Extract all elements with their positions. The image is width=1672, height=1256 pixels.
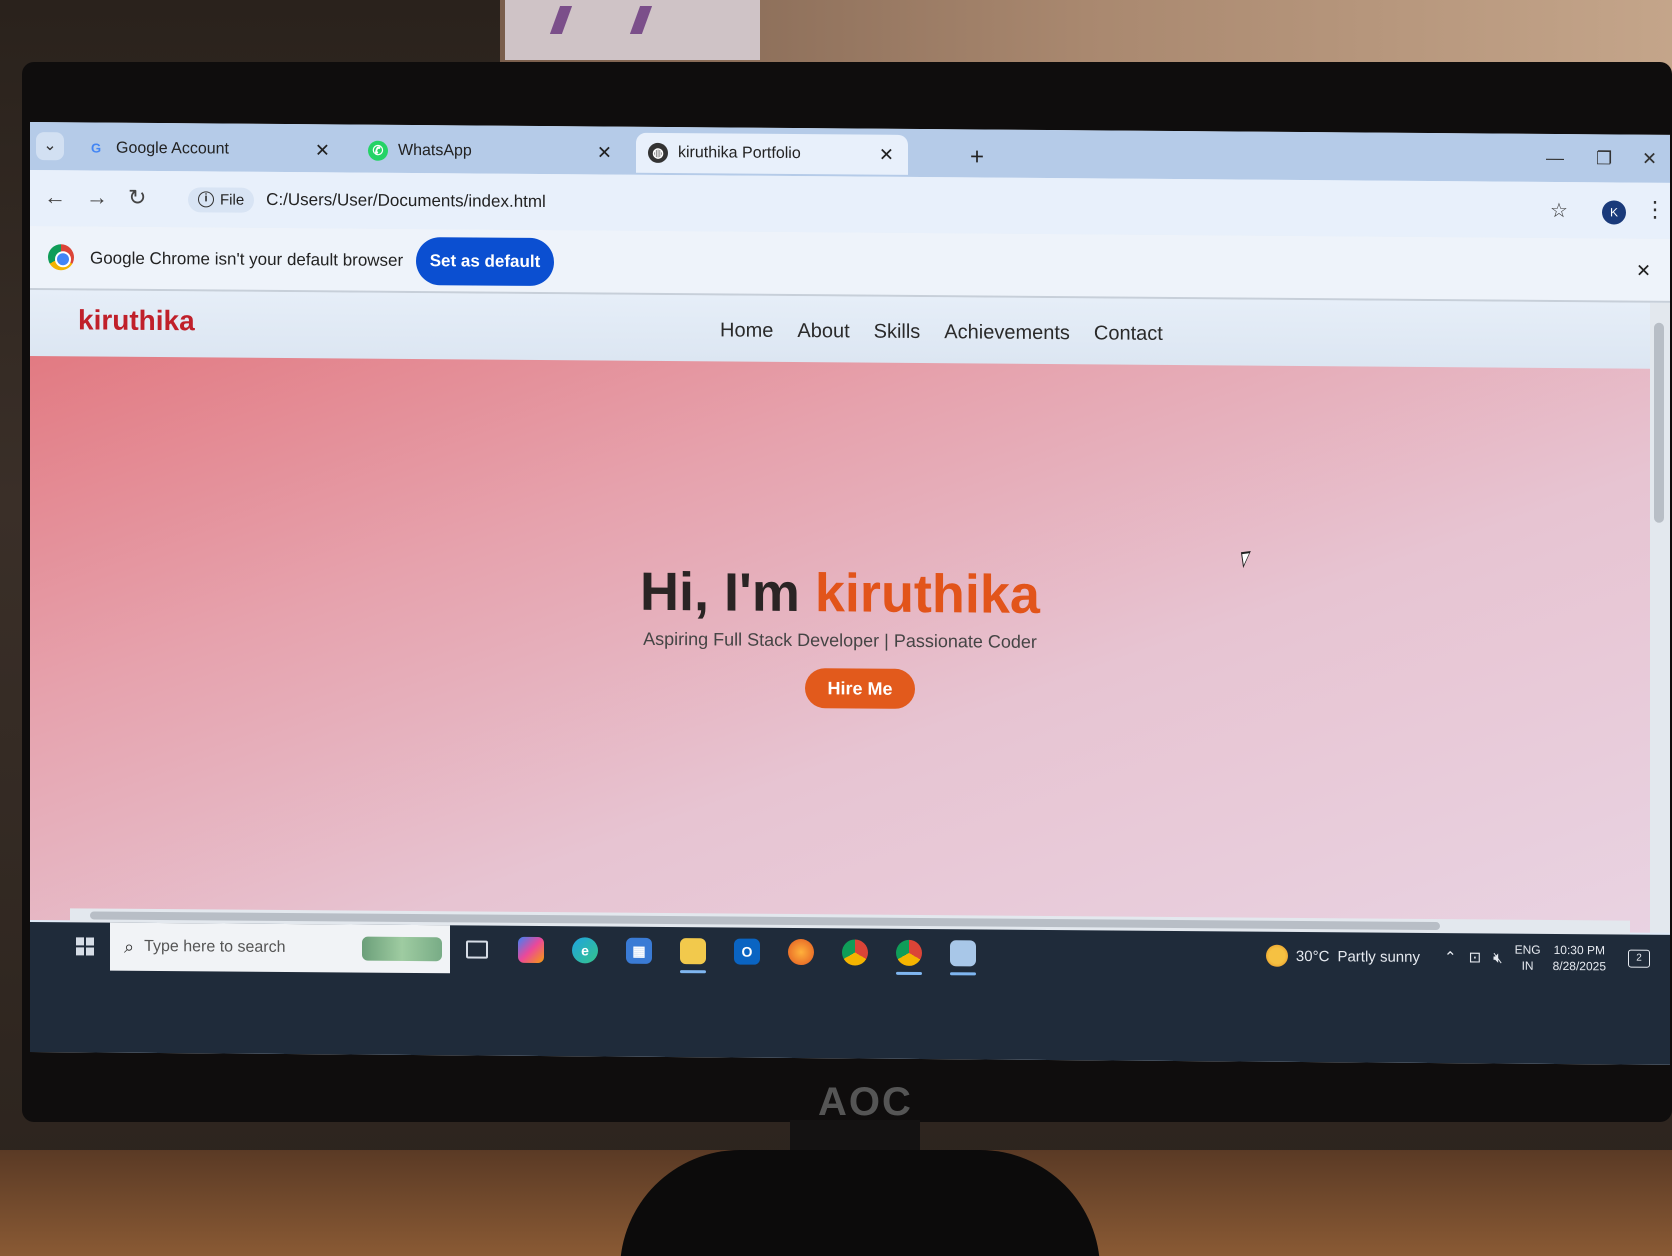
forward-icon[interactable]: →: [86, 184, 108, 210]
nav-contact[interactable]: Contact: [1094, 322, 1163, 346]
url-text[interactable]: C:/Users/User/Documents/index.html: [266, 190, 546, 212]
wall-paper: [505, 0, 760, 60]
edge-icon: e: [572, 937, 598, 964]
nav-achievements[interactable]: Achievements: [944, 321, 1070, 345]
site-logo[interactable]: kiruthika: [78, 304, 195, 337]
chrome-icon: [48, 244, 74, 271]
photo-background: AOC ⌄ G Google Account ✕ ✆ WhatsApp ✕ ◍ …: [0, 0, 1672, 1256]
info-icon: i: [198, 191, 214, 208]
new-tab-button[interactable]: +: [970, 143, 984, 171]
nav-links: Home About Skills Achievements Contact: [720, 319, 1163, 345]
nav-skills[interactable]: Skills: [874, 321, 921, 344]
address-bar[interactable]: i File C:/Users/User/Documents/index.htm…: [180, 179, 1540, 230]
file-explorer-button[interactable]: [666, 927, 720, 975]
tab-kiruthika-portfolio[interactable]: ◍ kiruthika Portfolio ✕: [636, 132, 908, 175]
firefox-icon: [788, 938, 814, 966]
language-indicator[interactable]: ENG IN: [1515, 942, 1541, 974]
language-line2: IN: [1521, 958, 1534, 973]
tab-title: WhatsApp: [398, 141, 472, 160]
minimize-icon[interactable]: —: [1546, 148, 1564, 169]
monitor-brand: AOC: [818, 1080, 913, 1124]
store-icon: ▦: [626, 937, 652, 964]
close-icon[interactable]: ✕: [879, 145, 894, 166]
site-navbar: kiruthika Home About Skills Achievements…: [30, 290, 1650, 369]
profile-avatar[interactable]: K: [1602, 200, 1626, 225]
store-button[interactable]: ▦: [612, 927, 666, 975]
web-page: kiruthika Home About Skills Achievements…: [30, 290, 1650, 933]
chrome-profile-taskbar-button[interactable]: [882, 929, 936, 977]
outlook-button[interactable]: O: [720, 927, 774, 975]
partly-sunny-icon: [1265, 944, 1288, 967]
back-icon[interactable]: ←: [44, 184, 66, 210]
tab-google-account[interactable]: G Google Account ✕: [74, 128, 344, 170]
close-icon[interactable]: ✕: [315, 140, 330, 161]
bookmark-star-icon[interactable]: ☆: [1550, 198, 1568, 223]
taskbar-search[interactable]: ⌕ Type here to search: [110, 922, 450, 974]
globe-icon: ◍: [648, 142, 668, 164]
task-view-icon: [466, 940, 488, 959]
hero-name: kiruthika: [814, 563, 1040, 625]
windows-taskbar: ⌕ Type here to search e ▦ O 30°C Partly …: [30, 922, 1670, 1065]
google-icon: G: [90, 140, 102, 156]
clock-time: 10:30 PM: [1553, 942, 1605, 958]
search-placeholder: Type here to search: [144, 937, 286, 957]
notepad-icon: [950, 940, 976, 967]
hero-section: Hi, I'm kiruthika Aspiring Full Stack De…: [30, 356, 1650, 933]
network-icon[interactable]: ⊡: [1469, 948, 1482, 966]
monitor-stand: [620, 1150, 1100, 1256]
vertical-scrollbar[interactable]: [1650, 302, 1670, 933]
language-line1: ENG: [1514, 942, 1541, 957]
menu-icon[interactable]: ⋮: [1644, 197, 1666, 223]
copilot-button[interactable]: [504, 926, 558, 974]
start-button[interactable]: [60, 922, 110, 970]
notepad-button[interactable]: [936, 929, 990, 977]
infobar-close-icon[interactable]: ✕: [1636, 261, 1651, 282]
restore-icon[interactable]: ❐: [1596, 148, 1612, 169]
hero-subtitle: Aspiring Full Stack Developer | Passiona…: [643, 628, 1037, 652]
site-info-label: File: [220, 190, 245, 209]
search-highlight-image: [362, 936, 442, 962]
infobar-message: Google Chrome isn't your default browser: [90, 248, 404, 270]
whatsapp-icon: ✆: [368, 140, 388, 161]
firefox-button[interactable]: [774, 928, 828, 976]
outlook-icon: O: [734, 938, 760, 965]
weather-temp: 30°C: [1295, 947, 1330, 965]
mouse-cursor-icon: [1240, 550, 1254, 569]
task-view-button[interactable]: [450, 925, 504, 973]
chrome-icon: [842, 939, 868, 966]
chrome-taskbar-button[interactable]: [828, 928, 882, 976]
copilot-icon: [518, 936, 544, 964]
weather-widget[interactable]: 30°C Partly sunny: [1265, 944, 1420, 968]
tab-whatsapp[interactable]: ✆ WhatsApp ✕: [356, 131, 626, 173]
clock-date: 8/28/2025: [1552, 958, 1606, 974]
nav-about[interactable]: About: [797, 320, 849, 343]
reload-icon[interactable]: ↻: [128, 185, 146, 211]
tab-title: Google Account: [116, 139, 229, 158]
set-as-default-button[interactable]: Set as default: [416, 237, 554, 287]
windows-icon: [76, 937, 94, 956]
screen: ⌄ G Google Account ✕ ✆ WhatsApp ✕ ◍ kiru…: [30, 122, 1670, 1065]
tab-search-button[interactable]: ⌄: [36, 132, 64, 161]
system-tray: ⌃ ⊡ 🔇︎ ENG IN 10:30 PM 8/28/2025 2: [1444, 941, 1650, 975]
folder-icon: [680, 938, 706, 965]
clock[interactable]: 10:30 PM 8/28/2025: [1553, 942, 1606, 974]
close-icon[interactable]: ✕: [597, 142, 612, 163]
chevron-up-icon[interactable]: ⌃: [1444, 948, 1457, 966]
scrollbar-thumb[interactable]: [1654, 322, 1664, 523]
notification-icon[interactable]: 2: [1628, 949, 1650, 968]
hero-title: Hi, I'm kiruthika: [30, 556, 1650, 631]
tab-title: kiruthika Portfolio: [678, 144, 801, 163]
window-close-icon[interactable]: ✕: [1642, 149, 1657, 170]
edge-button[interactable]: e: [558, 926, 612, 974]
hero-greeting: Hi, I'm: [640, 561, 815, 624]
nav-home[interactable]: Home: [720, 319, 773, 342]
site-info-chip[interactable]: i File: [188, 186, 255, 213]
chrome-profile-icon: [896, 939, 922, 967]
search-icon: ⌕: [124, 936, 135, 957]
volume-muted-icon[interactable]: 🔇︎: [1493, 949, 1502, 966]
hire-me-button[interactable]: Hire Me: [805, 668, 915, 709]
weather-condition: Partly sunny: [1337, 947, 1420, 966]
